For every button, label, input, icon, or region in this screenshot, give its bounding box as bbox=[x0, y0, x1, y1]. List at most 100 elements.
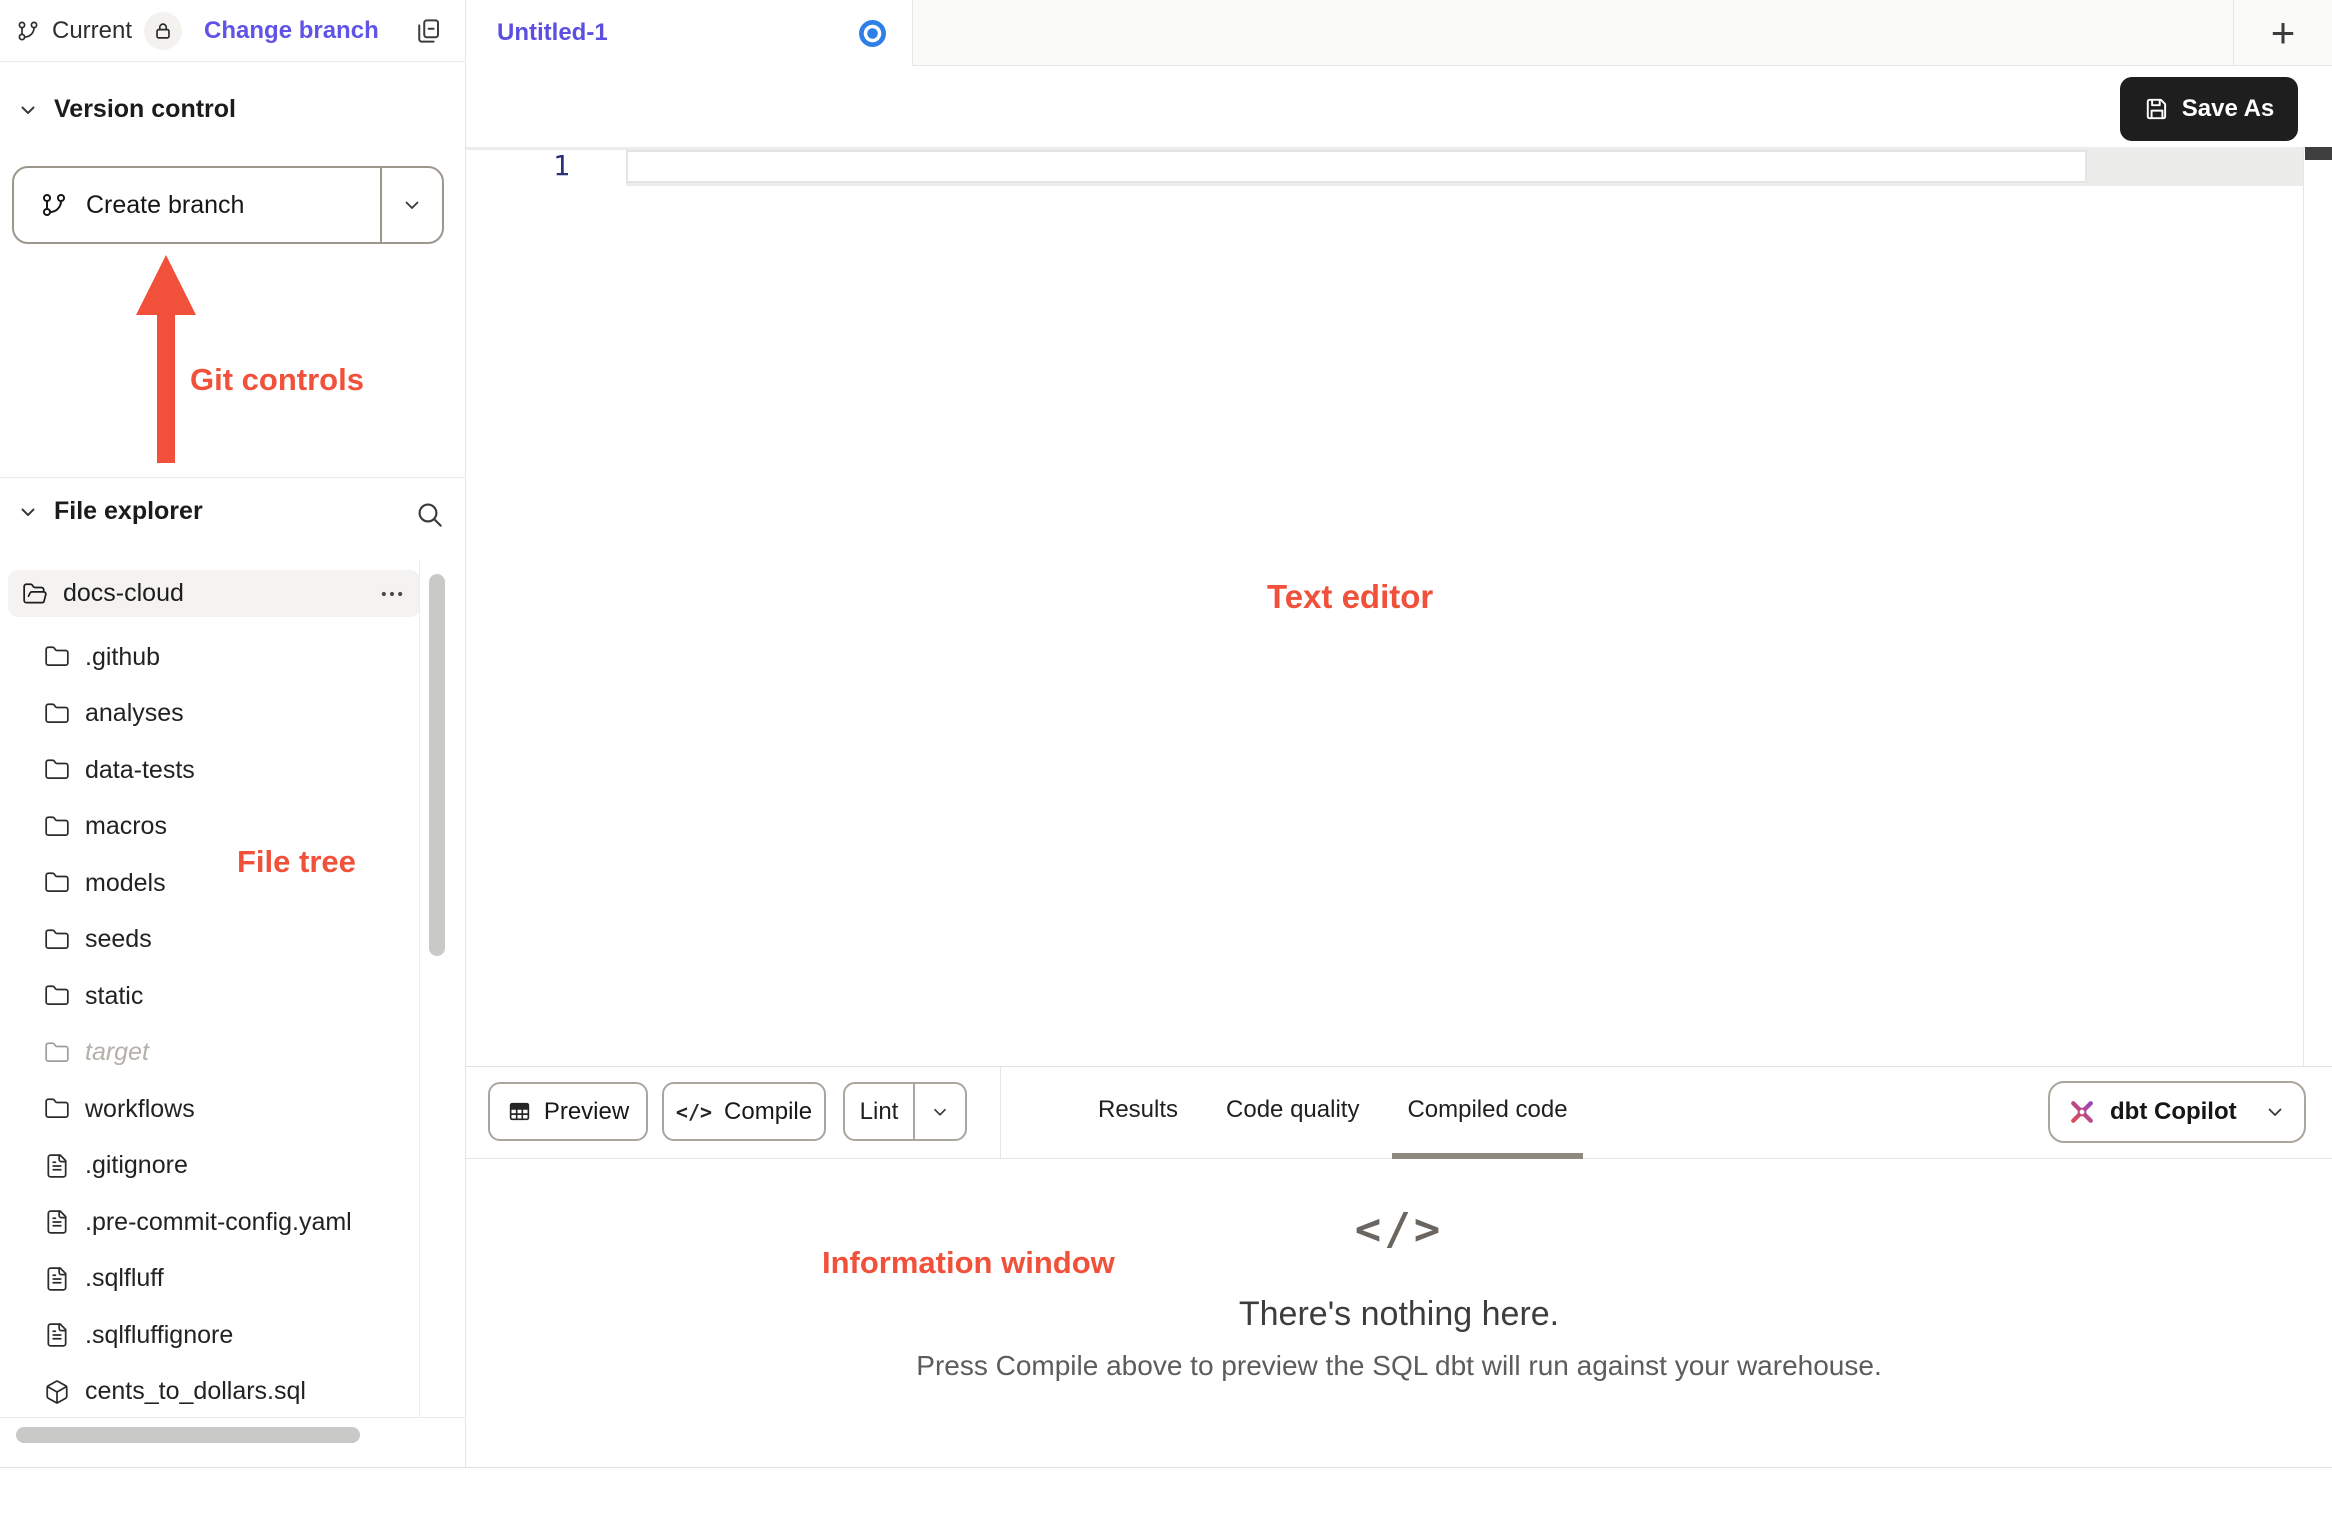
file-tree-list: .github analyses data-tests macros model… bbox=[8, 629, 420, 1417]
git-header: Current Change branch bbox=[0, 0, 466, 62]
annotation-file-tree: File tree bbox=[237, 844, 356, 880]
tree-item[interactable]: .github bbox=[8, 629, 420, 686]
sidebar-divider bbox=[0, 477, 466, 478]
command-line-bar: dbt build --select <model_name> Command … bbox=[0, 1467, 2332, 1540]
chevron-down-icon bbox=[16, 500, 40, 524]
folder-open-icon bbox=[22, 581, 48, 607]
panel-tab-bar: Results Code quality Compiled code bbox=[1083, 1067, 1583, 1159]
new-tab-button[interactable]: + bbox=[2233, 0, 2332, 66]
panel-empty-state: </> There's nothing here. Press Compile … bbox=[466, 1160, 2332, 1466]
tab-untitled-1[interactable]: Untitled-1 bbox=[466, 0, 913, 66]
kebab-menu-icon[interactable] bbox=[378, 580, 406, 608]
code-icon: </> bbox=[676, 1100, 712, 1124]
annotation-information-window: Information window bbox=[822, 1245, 1115, 1281]
current-branch-label: Current bbox=[52, 17, 132, 45]
copy-branch-icon[interactable] bbox=[413, 16, 443, 46]
sidebar-bottom-divider bbox=[0, 1417, 466, 1418]
tree-item[interactable]: target bbox=[8, 1025, 420, 1082]
create-branch-dropdown[interactable] bbox=[380, 168, 442, 242]
git-branch-icon bbox=[40, 191, 68, 219]
tree-item[interactable]: static bbox=[8, 968, 420, 1025]
dbt-cloud-ide-window: Current Change branch Version control Cr… bbox=[0, 0, 2332, 1540]
chevron-down-icon bbox=[929, 1101, 951, 1123]
tree-item-icon bbox=[44, 1153, 70, 1179]
panel-tab[interactable]: Code quality bbox=[1211, 1067, 1374, 1159]
dbt-copilot-label: dbt Copilot bbox=[2110, 1098, 2237, 1126]
editor-scrollbar-thumb[interactable] bbox=[2305, 147, 2332, 160]
tree-item[interactable]: workflows bbox=[8, 1081, 420, 1138]
tree-item-label: data-tests bbox=[85, 756, 195, 785]
annotation-arrow-shaft bbox=[157, 311, 175, 463]
line-number: 1 bbox=[553, 149, 570, 182]
unsaved-changes-dot-icon bbox=[859, 20, 886, 47]
table-icon bbox=[507, 1099, 532, 1124]
save-as-label: Save As bbox=[2182, 95, 2275, 123]
tab-title: Untitled-1 bbox=[497, 19, 608, 47]
code-icon: </> bbox=[1355, 1204, 1443, 1255]
preview-label: Preview bbox=[544, 1098, 629, 1126]
git-branch-icon bbox=[16, 19, 40, 43]
version-control-title: Version control bbox=[54, 95, 236, 124]
search-icon[interactable] bbox=[414, 499, 446, 531]
tree-item-icon bbox=[44, 1379, 70, 1405]
tree-item[interactable]: cents_to_dollars.sql bbox=[8, 1364, 420, 1418]
tree-item-label: .github bbox=[85, 643, 160, 672]
vertical-scrollbar-thumb[interactable] bbox=[429, 574, 445, 956]
annotation-text-editor: Text editor bbox=[1267, 578, 1433, 616]
lint-button-group: Lint bbox=[843, 1082, 967, 1141]
horizontal-scrollbar-thumb[interactable] bbox=[16, 1427, 360, 1443]
tree-item[interactable]: .sqlfluff bbox=[8, 1251, 420, 1308]
panel-tab-label: Compiled code bbox=[1407, 1096, 1567, 1124]
tree-item[interactable]: macros bbox=[8, 799, 420, 856]
lint-button[interactable]: Lint bbox=[845, 1084, 913, 1139]
tree-item-label: target bbox=[85, 1038, 149, 1067]
lock-icon bbox=[152, 20, 174, 42]
tree-root-docs-cloud[interactable]: docs-cloud bbox=[8, 570, 420, 617]
tree-item-label: .sqlfluff bbox=[85, 1264, 164, 1293]
tree-item[interactable]: .gitignore bbox=[8, 1138, 420, 1195]
panel-tab-label: Code quality bbox=[1226, 1096, 1359, 1124]
editor-active-line[interactable] bbox=[626, 150, 2087, 183]
tree-item-label: cents_to_dollars.sql bbox=[85, 1377, 306, 1406]
tree-item-icon bbox=[44, 644, 70, 670]
create-branch-button[interactable]: Create branch bbox=[14, 168, 380, 242]
panel-tab[interactable]: Compiled code bbox=[1392, 1067, 1582, 1159]
tree-item[interactable]: seeds bbox=[8, 912, 420, 969]
tree-item-label: seeds bbox=[85, 925, 152, 954]
preview-button[interactable]: Preview bbox=[488, 1082, 648, 1141]
create-branch-label: Create branch bbox=[86, 191, 244, 220]
tree-item[interactable]: data-tests bbox=[8, 742, 420, 799]
tree-item[interactable]: models bbox=[8, 855, 420, 912]
panel-tab-label: Results bbox=[1098, 1096, 1178, 1124]
create-branch-button-group: Create branch bbox=[12, 166, 444, 244]
annotation-git-controls: Git controls bbox=[190, 362, 364, 398]
chevron-down-icon bbox=[2263, 1100, 2287, 1124]
tree-item-label: static bbox=[85, 982, 143, 1011]
panel-tab[interactable]: Results bbox=[1083, 1067, 1193, 1159]
file-explorer-section-header[interactable]: File explorer bbox=[16, 497, 203, 526]
toolbar-vertical-divider bbox=[1000, 1067, 1001, 1158]
save-as-button[interactable]: Save As bbox=[2120, 77, 2298, 141]
tree-item-label: .sqlfluffignore bbox=[85, 1321, 233, 1350]
tree-item-icon bbox=[44, 1266, 70, 1292]
tree-item-icon bbox=[44, 814, 70, 840]
tree-item-icon bbox=[44, 1096, 70, 1122]
tree-item[interactable]: .sqlfluffignore bbox=[8, 1307, 420, 1364]
save-icon bbox=[2144, 96, 2170, 122]
empty-state-title: There's nothing here. bbox=[1239, 1295, 1559, 1334]
tree-item[interactable]: .pre-commit-config.yaml bbox=[8, 1194, 420, 1251]
lint-dropdown[interactable] bbox=[913, 1084, 965, 1139]
version-control-section-header[interactable]: Version control bbox=[16, 95, 236, 124]
change-branch-link[interactable]: Change branch bbox=[204, 17, 379, 45]
compile-button[interactable]: </> Compile bbox=[662, 1082, 826, 1141]
tree-item-label: models bbox=[85, 869, 166, 898]
tree-item-label: analyses bbox=[85, 699, 184, 728]
tree-item-icon bbox=[44, 1322, 70, 1348]
dbt-copilot-icon bbox=[2067, 1097, 2097, 1127]
dbt-copilot-button[interactable]: dbt Copilot bbox=[2048, 1081, 2306, 1143]
tree-item[interactable]: analyses bbox=[8, 686, 420, 743]
editor-scrollbar-track bbox=[2303, 147, 2304, 1066]
compile-label: Compile bbox=[724, 1098, 812, 1126]
file-explorer-title: File explorer bbox=[54, 497, 203, 526]
tree-root-label: docs-cloud bbox=[63, 579, 184, 608]
